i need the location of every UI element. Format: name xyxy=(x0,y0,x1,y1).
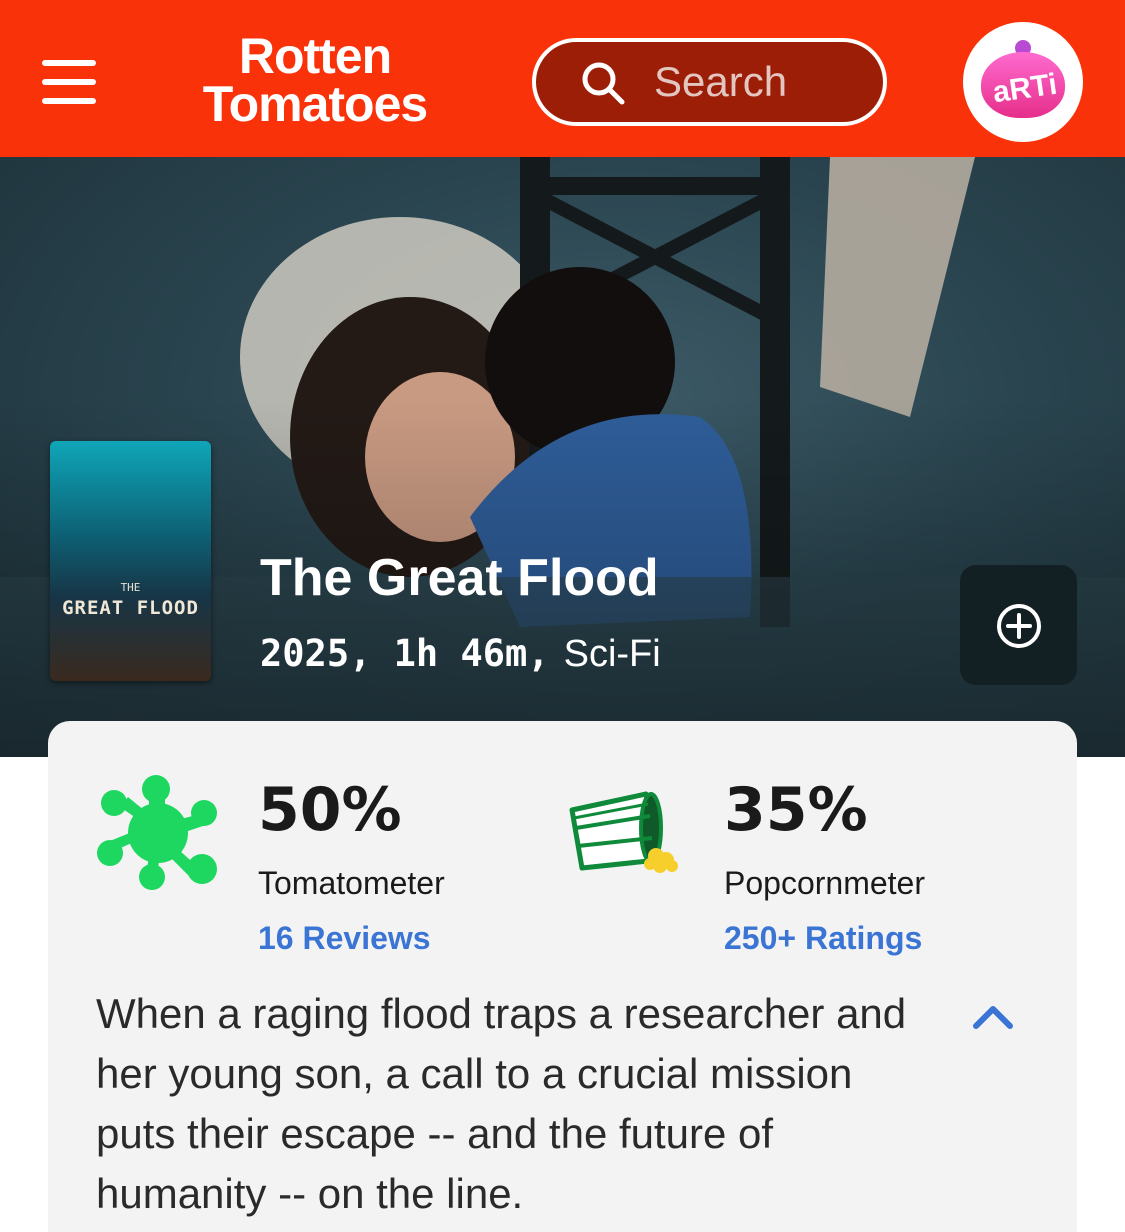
logo-line-2: Tomatoes xyxy=(202,76,428,132)
tomatometer-score: 50% xyxy=(258,775,402,845)
popcornmeter-ratings-link[interactable]: 250+ Ratings xyxy=(724,920,922,957)
popcornmeter-score: 35% xyxy=(724,775,868,845)
movie-title: The Great Flood xyxy=(260,549,659,607)
poster-small-text: THE xyxy=(120,581,141,594)
spilled-popcorn-icon xyxy=(569,791,678,873)
genre: Sci-Fi xyxy=(563,633,661,675)
search-icon xyxy=(582,62,625,105)
movie-poster[interactable]: THE GREAT FLOOD xyxy=(50,441,211,681)
add-to-watchlist-button[interactable] xyxy=(960,565,1077,685)
plus-circle-icon xyxy=(997,604,1041,648)
tomatometer-label: Tomatometer xyxy=(258,865,445,901)
tomatometer-reviews-link[interactable]: 16 Reviews xyxy=(258,920,431,957)
arti-avatar[interactable]: aRTi xyxy=(963,22,1083,142)
rotten-tomatoes-logo[interactable]: Rotten Tomatoes xyxy=(150,28,480,132)
year-runtime: 2025, 1h 46m, xyxy=(260,632,550,675)
site-header: Rotten Tomatoes aRTi xyxy=(0,0,1125,157)
search-bar[interactable] xyxy=(532,38,887,126)
chevron-up-icon[interactable] xyxy=(968,996,1018,1036)
menu-icon[interactable] xyxy=(42,60,96,104)
rotten-splat-icon xyxy=(97,775,217,890)
popcornmeter-label: Popcornmeter xyxy=(724,865,925,901)
movie-synopsis: When a raging flood traps a researcher a… xyxy=(96,990,907,1217)
movie-meta: 2025, 1h 46m, Sci-Fi xyxy=(260,632,661,676)
poster-title: GREAT FLOOD xyxy=(62,597,199,619)
search-input[interactable] xyxy=(654,54,864,110)
logo-line-1: Rotten xyxy=(238,28,392,84)
